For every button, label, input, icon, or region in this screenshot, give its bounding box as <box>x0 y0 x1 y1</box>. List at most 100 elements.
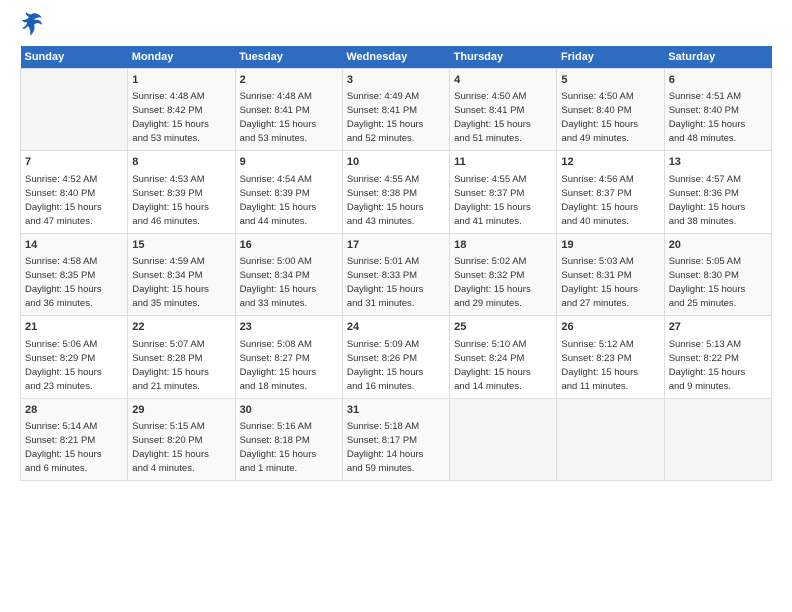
day-number: 5 <box>561 73 659 88</box>
day-number: 18 <box>454 238 552 253</box>
calendar-header-row: SundayMondayTuesdayWednesdayThursdayFrid… <box>21 46 772 69</box>
day-detail: Sunrise: 4:58 AM Sunset: 8:35 PM Dayligh… <box>25 256 102 309</box>
day-number: 19 <box>561 238 659 253</box>
day-header-friday: Friday <box>557 46 664 69</box>
day-number: 23 <box>240 320 338 335</box>
day-header-saturday: Saturday <box>664 46 771 69</box>
calendar-cell: 5Sunrise: 4:50 AM Sunset: 8:40 PM Daylig… <box>557 69 664 151</box>
calendar-cell: 8 Sunrise: 4:53 AM Sunset: 8:39 PM Daylig… <box>128 151 235 233</box>
day-detail: Sunrise: 5:07 AM Sunset: 8:28 PM Dayligh… <box>132 339 209 392</box>
day-detail: Sunrise: 5:02 AM Sunset: 8:32 PM Dayligh… <box>454 256 531 309</box>
calendar-week-4: 21Sunrise: 5:06 AM Sunset: 8:29 PM Dayli… <box>21 316 772 398</box>
day-detail: Sunrise: 4:52 AM Sunset: 8:40 PM Dayligh… <box>25 174 102 227</box>
page: SundayMondayTuesdayWednesdayThursdayFrid… <box>0 0 792 612</box>
calendar-cell: 16 Sunrise: 5:00 AM Sunset: 8:34 PM Dayli… <box>235 233 342 315</box>
calendar-table: SundayMondayTuesdayWednesdayThursdayFrid… <box>20 46 772 481</box>
day-number: 28 <box>25 403 123 418</box>
calendar-cell: 14 Sunrise: 4:58 AM Sunset: 8:35 PM Dayli… <box>21 233 128 315</box>
day-number: 12 <box>561 155 659 170</box>
calendar-cell: 15 Sunrise: 4:59 AM Sunset: 8:34 PM Dayli… <box>128 233 235 315</box>
day-detail: Sunrise: 5:18 AM Sunset: 8:17 PM Dayligh… <box>347 421 424 474</box>
day-number: 24 <box>347 320 445 335</box>
day-detail: Sunrise: 4:55 AM Sunset: 8:38 PM Dayligh… <box>347 174 424 227</box>
calendar-cell: 7 Sunrise: 4:52 AM Sunset: 8:40 PM Daylig… <box>21 151 128 233</box>
calendar-week-3: 14 Sunrise: 4:58 AM Sunset: 8:35 PM Dayli… <box>21 233 772 315</box>
calendar-cell: 23 Sunrise: 5:08 AM Sunset: 8:27 PM Dayli… <box>235 316 342 398</box>
day-detail: Sunrise: 5:09 AM Sunset: 8:26 PM Dayligh… <box>347 339 424 392</box>
calendar-cell: 11Sunrise: 4:55 AM Sunset: 8:37 PM Dayli… <box>450 151 557 233</box>
calendar-cell <box>21 69 128 151</box>
calendar-cell: 10 Sunrise: 4:55 AM Sunset: 8:38 PM Dayli… <box>342 151 449 233</box>
day-number: 15 <box>132 238 230 253</box>
calendar-week-2: 7 Sunrise: 4:52 AM Sunset: 8:40 PM Daylig… <box>21 151 772 233</box>
day-header-monday: Monday <box>128 46 235 69</box>
calendar-cell: 21Sunrise: 5:06 AM Sunset: 8:29 PM Dayli… <box>21 316 128 398</box>
day-number: 11 <box>454 155 552 170</box>
calendar-week-5: 28 Sunrise: 5:14 AM Sunset: 8:21 PM Dayli… <box>21 398 772 480</box>
day-number: 14 <box>25 238 123 253</box>
calendar-cell <box>557 398 664 480</box>
logo-bird-icon <box>22 12 42 36</box>
day-number: 30 <box>240 403 338 418</box>
day-detail: Sunrise: 5:03 AM Sunset: 8:31 PM Dayligh… <box>561 256 638 309</box>
calendar-cell: 2Sunrise: 4:48 AM Sunset: 8:41 PM Daylig… <box>235 69 342 151</box>
day-number: 4 <box>454 73 552 88</box>
day-number: 29 <box>132 403 230 418</box>
calendar-cell: 28 Sunrise: 5:14 AM Sunset: 8:21 PM Dayli… <box>21 398 128 480</box>
day-detail: Sunrise: 5:01 AM Sunset: 8:33 PM Dayligh… <box>347 256 424 309</box>
day-detail: Sunrise: 5:10 AM Sunset: 8:24 PM Dayligh… <box>454 339 531 392</box>
calendar-cell: 17 Sunrise: 5:01 AM Sunset: 8:33 PM Dayli… <box>342 233 449 315</box>
day-number: 16 <box>240 238 338 253</box>
calendar-cell: 6Sunrise: 4:51 AM Sunset: 8:40 PM Daylig… <box>664 69 771 151</box>
day-detail: Sunrise: 5:12 AM Sunset: 8:23 PM Dayligh… <box>561 339 638 392</box>
calendar-cell: 18 Sunrise: 5:02 AM Sunset: 8:32 PM Dayli… <box>450 233 557 315</box>
day-detail: Sunrise: 5:08 AM Sunset: 8:27 PM Dayligh… <box>240 339 317 392</box>
day-number: 25 <box>454 320 552 335</box>
calendar-cell: 9Sunrise: 4:54 AM Sunset: 8:39 PM Daylig… <box>235 151 342 233</box>
day-number: 2 <box>240 73 338 88</box>
day-detail: Sunrise: 4:57 AM Sunset: 8:36 PM Dayligh… <box>669 174 746 227</box>
day-number: 8 <box>132 155 230 170</box>
day-number: 7 <box>25 155 123 170</box>
calendar-cell: 12 Sunrise: 4:56 AM Sunset: 8:37 PM Dayli… <box>557 151 664 233</box>
day-detail: Sunrise: 5:16 AM Sunset: 8:18 PM Dayligh… <box>240 421 317 474</box>
calendar-cell: 31 Sunrise: 5:18 AM Sunset: 8:17 PM Dayli… <box>342 398 449 480</box>
day-header-thursday: Thursday <box>450 46 557 69</box>
day-number: 10 <box>347 155 445 170</box>
day-detail: Sunrise: 4:54 AM Sunset: 8:39 PM Dayligh… <box>240 174 317 227</box>
day-detail: Sunrise: 4:59 AM Sunset: 8:34 PM Dayligh… <box>132 256 209 309</box>
day-header-sunday: Sunday <box>21 46 128 69</box>
day-detail: Sunrise: 4:51 AM Sunset: 8:40 PM Dayligh… <box>669 91 746 144</box>
day-number: 27 <box>669 320 767 335</box>
calendar-cell: 1 Sunrise: 4:48 AM Sunset: 8:42 PM Daylig… <box>128 69 235 151</box>
day-detail: Sunrise: 4:56 AM Sunset: 8:37 PM Dayligh… <box>561 174 638 227</box>
calendar-cell: 25 Sunrise: 5:10 AM Sunset: 8:24 PM Dayli… <box>450 316 557 398</box>
day-detail: Sunrise: 4:48 AM Sunset: 8:42 PM Dayligh… <box>132 91 209 144</box>
day-number: 17 <box>347 238 445 253</box>
calendar-cell: 3Sunrise: 4:49 AM Sunset: 8:41 PM Daylig… <box>342 69 449 151</box>
calendar-cell: 29 Sunrise: 5:15 AM Sunset: 8:20 PM Dayli… <box>128 398 235 480</box>
calendar-cell: 22 Sunrise: 5:07 AM Sunset: 8:28 PM Dayli… <box>128 316 235 398</box>
day-number: 31 <box>347 403 445 418</box>
calendar-cell: 4 Sunrise: 4:50 AM Sunset: 8:41 PM Daylig… <box>450 69 557 151</box>
day-number: 22 <box>132 320 230 335</box>
day-detail: Sunrise: 5:06 AM Sunset: 8:29 PM Dayligh… <box>25 339 102 392</box>
day-detail: Sunrise: 4:49 AM Sunset: 8:41 PM Dayligh… <box>347 91 424 144</box>
calendar-cell: 13Sunrise: 4:57 AM Sunset: 8:36 PM Dayli… <box>664 151 771 233</box>
calendar-cell: 20Sunrise: 5:05 AM Sunset: 8:30 PM Dayli… <box>664 233 771 315</box>
day-detail: Sunrise: 5:15 AM Sunset: 8:20 PM Dayligh… <box>132 421 209 474</box>
calendar-cell: 19 Sunrise: 5:03 AM Sunset: 8:31 PM Dayli… <box>557 233 664 315</box>
calendar-cell: 27Sunrise: 5:13 AM Sunset: 8:22 PM Dayli… <box>664 316 771 398</box>
calendar-cell <box>450 398 557 480</box>
day-detail: Sunrise: 4:53 AM Sunset: 8:39 PM Dayligh… <box>132 174 209 227</box>
day-detail: Sunrise: 5:00 AM Sunset: 8:34 PM Dayligh… <box>240 256 317 309</box>
header <box>20 16 772 36</box>
day-number: 1 <box>132 73 230 88</box>
logo <box>20 16 42 36</box>
calendar-cell <box>664 398 771 480</box>
day-detail: Sunrise: 5:14 AM Sunset: 8:21 PM Dayligh… <box>25 421 102 474</box>
day-header-wednesday: Wednesday <box>342 46 449 69</box>
day-detail: Sunrise: 4:50 AM Sunset: 8:41 PM Dayligh… <box>454 91 531 144</box>
day-detail: Sunrise: 5:05 AM Sunset: 8:30 PM Dayligh… <box>669 256 746 309</box>
calendar-cell: 24 Sunrise: 5:09 AM Sunset: 8:26 PM Dayli… <box>342 316 449 398</box>
